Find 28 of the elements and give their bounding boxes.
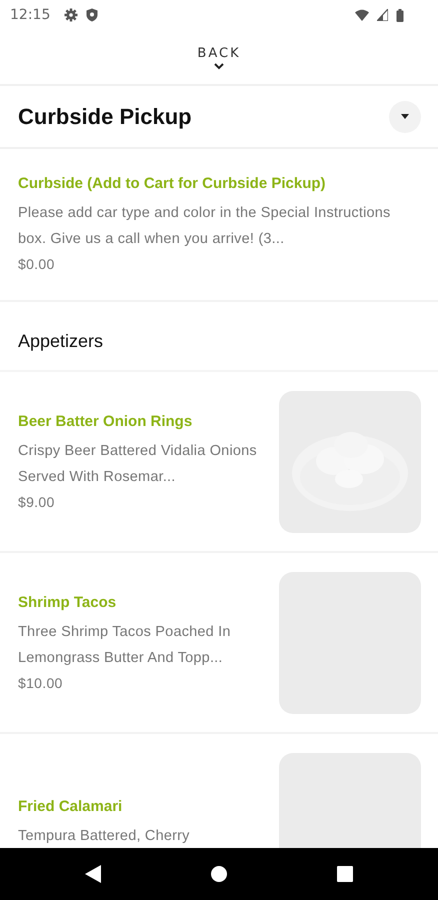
item-description: Three Shrimp Tacos Poached In Lemongrass Butter And Topp...	[18, 623, 232, 668]
battery-icon	[396, 8, 404, 22]
item-description: Tempura Battered, Cherry	[18, 827, 191, 846]
menu-item[interactable]: Curbside (Add to Cart for Curbside Pickup) Please add car type and color in the Special Instructions box. Give us a call when you arrive! (3... $0.00	[0, 149, 438, 302]
home-nav-icon[interactable]	[211, 866, 227, 882]
item-price: $9.00	[18, 494, 56, 510]
item-price: $10.00	[18, 675, 64, 691]
item-name: Shrimp Tacos	[18, 594, 118, 611]
gear-icon	[64, 8, 78, 22]
shield-icon	[86, 8, 98, 22]
item-price: $0.00	[18, 256, 56, 272]
menu-item[interactable]: Shrimp Tacos Three Shrimp Tacos Poached In Lemongrass Butter And Topp... $10.00	[0, 553, 438, 734]
dropdown-button[interactable]	[389, 100, 421, 132]
back-nav-icon[interactable]	[85, 865, 101, 883]
wifi-icon	[355, 9, 369, 21]
menu-item[interactable]: Beer Batter Onion Rings Crispy Beer Battered Vidalia Onions Served With Rosemar... $9.00	[0, 372, 438, 553]
section-heading: Appetizers	[18, 330, 104, 352]
item-name: Fried Calamari	[18, 798, 124, 815]
category-title: Curbside Pickup	[18, 104, 192, 130]
back-button[interactable]: BACK	[191, 44, 247, 72]
item-name: Curbside (Add to Cart for Curbside Pickup)	[18, 175, 327, 192]
item-description: Crispy Beer Battered Vidalia Onions Served With Rosemar...	[18, 442, 258, 487]
caret-down-icon	[401, 114, 409, 119]
item-description: Please add car type and color in the Special Instructions box. Give us a call when you arrive! (3...	[18, 204, 392, 249]
chevron-down-icon	[214, 63, 224, 70]
status-time: 12:15	[10, 7, 50, 23]
signal-icon	[377, 9, 388, 21]
item-name: Beer Batter Onion Rings	[18, 413, 194, 430]
